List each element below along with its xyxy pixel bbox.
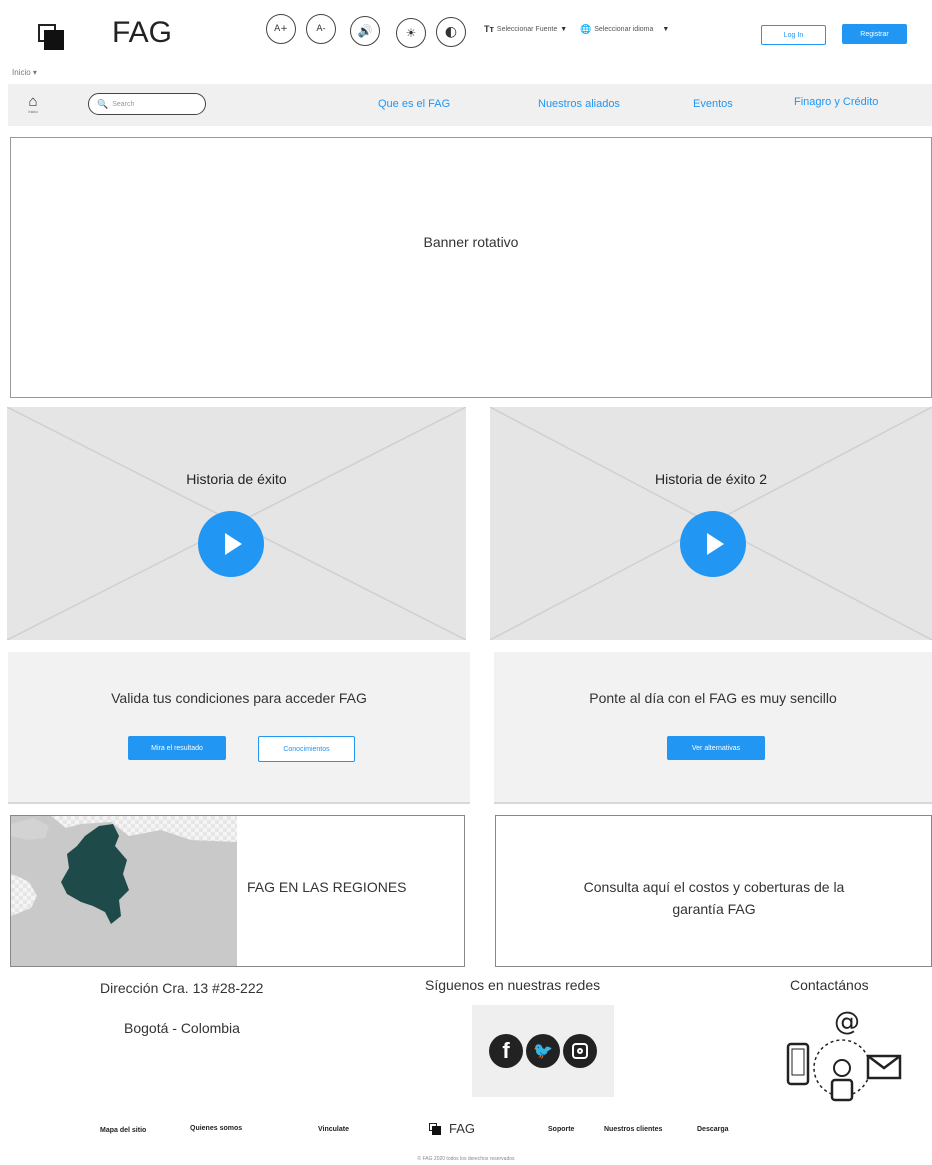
video-title: Historia de éxito 2 <box>654 471 768 487</box>
costs-card[interactable]: Consulta aquí el costos y coberturas de … <box>495 815 932 967</box>
validate-card: Valida tus condiciones para acceder FAG … <box>8 652 470 804</box>
footer-link-sitemap[interactable]: Mapa del sitio <box>100 1127 146 1134</box>
language-select-dropdown[interactable]: 🌐 Seleccionar idioma ▼ <box>580 24 669 35</box>
register-button[interactable]: Registrar <box>842 24 907 44</box>
nav-link-finagro-credito[interactable]: Finagro y Crédito <box>794 96 878 108</box>
contact-icon[interactable]: @ <box>784 1006 904 1116</box>
alternatives-button[interactable]: Ver alternativas <box>667 736 765 760</box>
nav-link-eventos[interactable]: Eventos <box>693 98 733 110</box>
social-icons-box: f 🐦 <box>472 1005 614 1097</box>
caret-down-icon: ▾ <box>32 68 37 77</box>
facebook-icon[interactable]: f <box>489 1034 523 1068</box>
search-box[interactable]: 🔍 Search <box>88 93 206 115</box>
home-icon: ⌂ <box>28 93 38 110</box>
nav-link-que-es-fag[interactable]: Que es el FAG <box>378 98 450 110</box>
logo[interactable] <box>38 24 64 50</box>
banner-carousel[interactable]: Banner rotativo <box>10 137 932 398</box>
video-panel-2[interactable]: Historia de éxito 2 <box>490 407 932 640</box>
footer-logo[interactable]: FAG <box>429 1121 475 1136</box>
contact-title: Contactános <box>790 977 869 993</box>
font-select-dropdown[interactable]: Tт Seleccionar Fuente ▼ <box>484 24 567 34</box>
footer-city: Bogotá - Colombia <box>124 1020 240 1036</box>
twitter-icon[interactable]: 🐦 <box>526 1034 560 1068</box>
video-title: Historia de éxito <box>186 471 287 487</box>
instagram-icon[interactable] <box>563 1034 597 1068</box>
footer-link-join[interactable]: Vinculate <box>318 1126 349 1133</box>
video-panel-1[interactable]: Historia de éxito <box>7 407 466 640</box>
breadcrumb-label: Inicio <box>12 68 31 77</box>
language-select-label: Seleccionar idioma <box>594 26 654 33</box>
font-select-label: Seleccionar Fuente <box>496 25 558 33</box>
breadcrumb[interactable]: Inicio ▾ <box>12 68 37 77</box>
banner-label: Banner rotativo <box>423 234 519 250</box>
logo-icon <box>429 1122 441 1135</box>
uptodate-card: Ponte al día con el FAG es muy sencillo … <box>494 652 932 804</box>
footer-link-download[interactable]: Descarga <box>697 1126 729 1133</box>
uptodate-text: Ponte al día con el FAG es muy sencillo <box>589 690 837 706</box>
brand-name: FAG <box>112 16 173 49</box>
colombia-map-image <box>11 816 237 966</box>
search-input[interactable]: Search <box>112 101 134 108</box>
footer-link-about[interactable]: Quienes somos <box>190 1125 242 1132</box>
nav-link-nuestros-aliados[interactable]: Nuestros aliados <box>538 98 620 110</box>
copyright: © FAG 2020 todos los derechos reservados <box>417 1156 515 1162</box>
login-button[interactable]: Log In <box>761 25 826 45</box>
costs-text: Consulta aquí el costos y coberturas de … <box>583 879 845 917</box>
knowledge-button[interactable]: Conocimientos <box>258 736 355 762</box>
contrast-icon: ◐ <box>444 24 458 40</box>
play-button[interactable] <box>680 511 746 577</box>
home-label: Inicio <box>28 109 38 114</box>
font-increase-button[interactable]: A+ <box>266 14 296 44</box>
play-button[interactable] <box>198 511 264 577</box>
contrast-button[interactable]: ◐ <box>436 17 466 47</box>
footer-link-support[interactable]: Soporte <box>548 1126 574 1133</box>
text-size-icon: Tт <box>484 24 494 34</box>
nav-bar: ⌂ Inicio 🔍 Search Que es el FAG Nuestros… <box>8 84 932 126</box>
audio-button[interactable]: 🔊 <box>350 16 380 46</box>
results-button[interactable]: Mira el resultado <box>128 736 226 760</box>
font-decrease-button[interactable]: A- <box>306 14 336 44</box>
speaker-icon: 🔊 <box>357 24 373 38</box>
globe-icon: 🌐 <box>580 24 592 34</box>
sun-icon: ☀ <box>405 26 417 40</box>
brightness-button[interactable]: ☀ <box>396 18 426 48</box>
search-icon: 🔍 <box>97 98 109 109</box>
svg-text:@: @ <box>834 1007 860 1037</box>
footer-brand: FAG <box>449 1121 476 1136</box>
caret-down-icon: ▼ <box>560 25 568 33</box>
validate-text: Valida tus condiciones para acceder FAG <box>111 690 367 706</box>
play-icon <box>707 533 724 555</box>
home-button[interactable]: ⌂ Inicio <box>22 94 44 114</box>
regions-text: FAG EN LAS REGIONES <box>247 879 407 895</box>
play-icon <box>225 533 242 555</box>
caret-down-icon: ▼ <box>662 26 670 33</box>
footer-address: Dirección Cra. 13 #28-222 <box>100 980 264 996</box>
regions-card[interactable]: FAG EN LAS REGIONES <box>10 815 465 967</box>
logo-icon <box>38 24 64 50</box>
footer-link-clients[interactable]: Nuestros clientes <box>604 1126 662 1133</box>
social-title: Síguenos en nuestras redes <box>425 977 601 993</box>
